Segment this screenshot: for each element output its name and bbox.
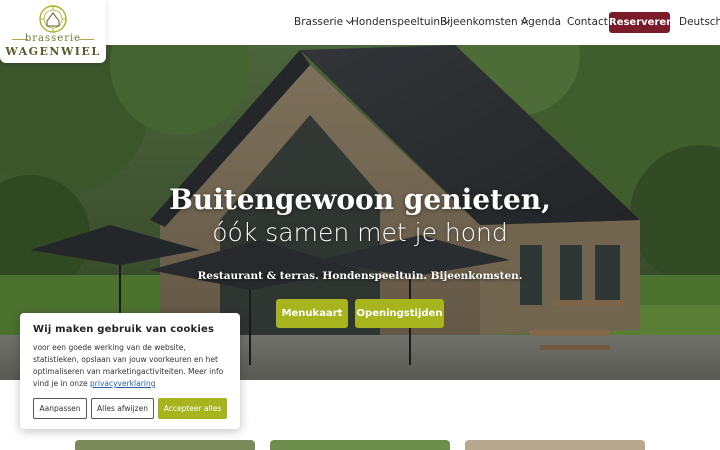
- logo-rule: [78, 39, 94, 40]
- openingstijden-button[interactable]: Openingstijden: [355, 299, 444, 328]
- nav-bijeenkomsten[interactable]: Bijeenkomsten: [440, 16, 528, 28]
- reserve-button[interactable]: Reserveren: [609, 12, 673, 33]
- customize-button[interactable]: Aanpassen: [33, 398, 87, 419]
- feature-card-image[interactable]: [75, 440, 255, 450]
- logo-text-wagenwiel: WAGENWIEL: [5, 45, 101, 58]
- wagon-wheel-logo-icon: [39, 5, 67, 33]
- nav-brasserie-label: Brasserie: [294, 16, 344, 28]
- nav-hondenspeeltuin[interactable]: Hondenspeeltuin: [351, 16, 451, 28]
- nav-agenda[interactable]: Agenda: [521, 16, 561, 28]
- privacy-link[interactable]: privacyverklaring: [90, 379, 155, 388]
- hero-title: Buitengewoon genieten,: [169, 183, 551, 216]
- language-switch[interactable]: Deutsch: [679, 16, 720, 28]
- feature-card-image[interactable]: [270, 440, 450, 450]
- accept-all-button[interactable]: Accepteer alles: [158, 398, 227, 419]
- site-header: Brasserie Hondenspeeltuin Bijeenkomsten …: [0, 0, 720, 45]
- cookie-title: Wij maken gebruik van cookies: [33, 324, 215, 335]
- nav-brasserie[interactable]: Brasserie: [294, 16, 354, 28]
- cookie-dialog: Wij maken gebruik van cookies voor een g…: [20, 313, 240, 429]
- menukaart-button[interactable]: Menukaart: [276, 299, 348, 328]
- feature-card-image[interactable]: [465, 440, 645, 450]
- hero-tagline: Restaurant & terras. Hondenspeeltuin. Bi…: [197, 270, 523, 282]
- nav-contact[interactable]: Contact: [567, 16, 608, 28]
- cookie-body: voor een goede werking van de website, s…: [33, 342, 233, 390]
- hero-subtitle: óók samen met je hond: [212, 218, 508, 247]
- logo[interactable]: brasserie WAGENWIEL: [0, 0, 106, 63]
- nav-bijeenkomsten-label: Bijeenkomsten: [440, 16, 518, 28]
- nav-hondenspeeltuin-label: Hondenspeeltuin: [351, 16, 441, 28]
- reject-all-button[interactable]: Alles afwijzen: [91, 398, 154, 419]
